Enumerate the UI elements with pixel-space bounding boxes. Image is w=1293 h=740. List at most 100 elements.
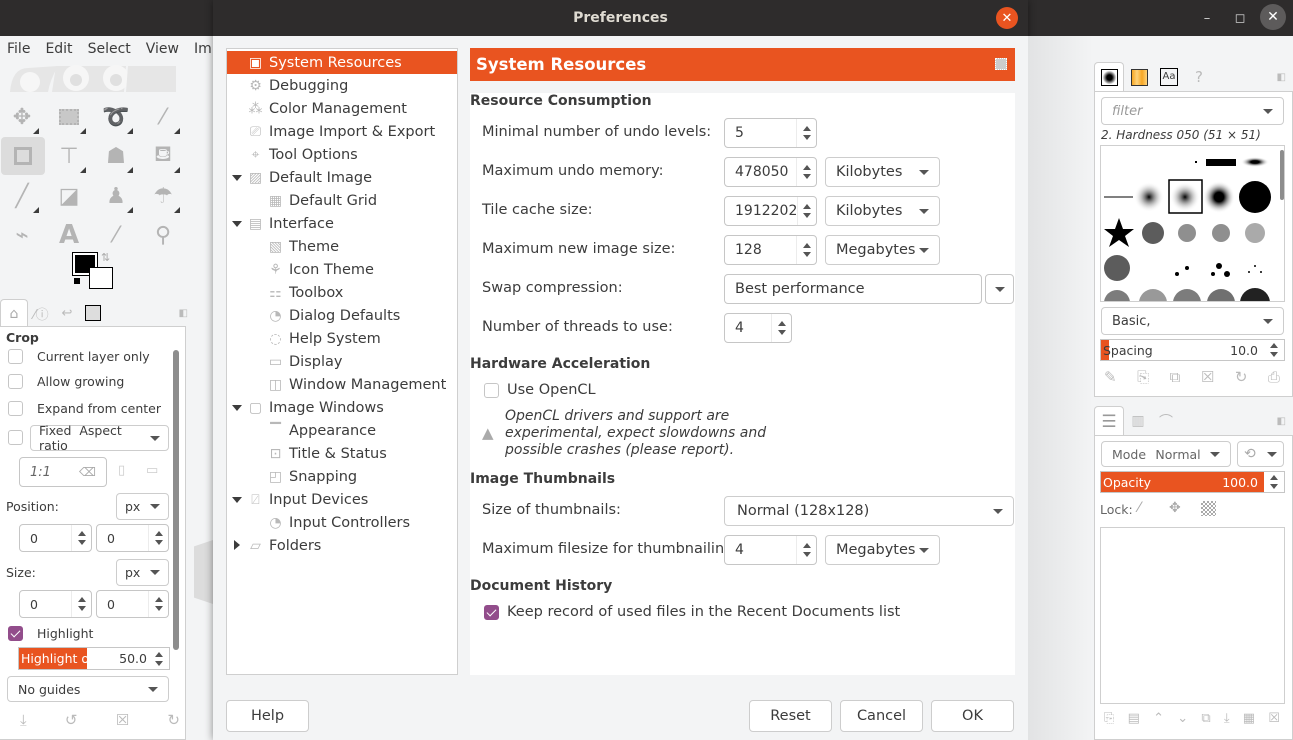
guides-select[interactable]: No guides — [7, 676, 169, 702]
landscape-icon[interactable]: ▭ — [146, 463, 158, 478]
spacing-spinner[interactable] — [1264, 340, 1284, 360]
cancel-button[interactable]: Cancel — [840, 700, 923, 732]
max-image-size-input[interactable]: 128 — [724, 235, 817, 265]
delete-brush-icon[interactable]: ☒ — [1201, 368, 1214, 386]
undo-history-tab[interactable]: ↩ — [54, 306, 80, 321]
tab-menu-button[interactable]: ◧ — [179, 308, 188, 319]
brushes-tab[interactable] — [1094, 62, 1124, 92]
nav-item-default-grid[interactable]: ▦ Default Grid — [227, 189, 457, 212]
size-unit-select[interactable]: px — [116, 559, 169, 586]
expand-from-center-option[interactable]: Expand from center — [8, 401, 161, 416]
fixed-checkbox[interactable] — [8, 430, 23, 445]
brush-grid[interactable] — [1100, 145, 1285, 302]
delete-layer-icon[interactable]: ☒ — [1268, 711, 1280, 726]
maximize-button[interactable]: ◻ — [1230, 8, 1250, 28]
help-button[interactable]: Help — [226, 700, 309, 732]
expander-expanded-icon[interactable] — [232, 497, 242, 503]
size-width-spinner[interactable] — [71, 591, 91, 617]
delete-options-icon[interactable]: ☒ — [116, 711, 129, 729]
lock-alpha-icon[interactable] — [1201, 501, 1216, 516]
free-select-tool[interactable]: ➰ — [97, 98, 135, 136]
clear-icon[interactable]: ⌫ — [79, 465, 96, 479]
thumbnail-size-select[interactable]: Normal (128x128) — [724, 496, 1014, 526]
current-layer-only-option[interactable]: Current layer only — [8, 349, 150, 364]
save-options-icon[interactable]: ⤓ — [20, 711, 27, 729]
eraser-tool[interactable]: ◪ — [50, 177, 88, 215]
nav-item-window-management[interactable]: ◫ Window Management — [227, 373, 457, 396]
text-tool[interactable]: A — [50, 216, 88, 254]
swap-colors-icon[interactable]: ⇅ — [101, 251, 110, 264]
lower-layer-icon[interactable]: ⌄ — [1177, 711, 1188, 726]
undo-memory-spinner[interactable] — [796, 158, 816, 186]
duplicate-brush-icon[interactable]: ⧉ — [1170, 368, 1181, 386]
nav-item-color-management[interactable]: ⁂ Color Management — [227, 97, 457, 120]
tile-cache-input[interactable]: 1912202 — [724, 196, 817, 226]
menu-edit[interactable]: Edit — [38, 41, 80, 57]
highlight-opacity-spinner[interactable] — [149, 648, 169, 669]
opacity-spinner[interactable] — [1264, 472, 1284, 492]
highlight-opacity-slider[interactable]: Highlight opa… 50.0 — [18, 647, 170, 670]
nav-item-input-controllers[interactable]: ◔ Input Controllers — [227, 511, 457, 534]
expander-expanded-icon[interactable] — [232, 175, 242, 181]
minimize-button[interactable]: – — [1197, 8, 1217, 28]
layers-tab-menu-button[interactable]: ◧ — [1277, 416, 1286, 427]
reset-button[interactable]: Reset — [749, 700, 832, 732]
recent-documents-checkbox[interactable] — [484, 604, 499, 620]
size-height-input[interactable]: 0 — [96, 590, 169, 618]
tile-cache-unit-select[interactable]: Kilobytes — [825, 196, 940, 226]
undo-memory-input[interactable]: 478050 — [724, 157, 817, 187]
fuzzy-select-tool[interactable]: ⁄ — [144, 98, 182, 136]
layers-tab[interactable]: ☰ — [1094, 406, 1124, 436]
position-x-spinner[interactable] — [71, 525, 91, 551]
threads-spinner[interactable] — [771, 314, 791, 342]
max-image-size-spinner[interactable] — [796, 236, 816, 264]
swap-compression-input[interactable]: Best performance — [724, 274, 982, 304]
clone-tool[interactable]: ♟ — [97, 177, 135, 215]
nav-item-dialog-defaults[interactable]: ◔ Dialog Defaults — [227, 304, 457, 327]
lock-position-icon[interactable]: ✥ — [1169, 500, 1181, 516]
new-layer-group-icon[interactable]: ▤ — [1128, 711, 1140, 726]
fonts-tab[interactable]: Aa — [1154, 68, 1184, 86]
window-close-button[interactable]: ✕ — [1260, 4, 1286, 30]
nav-item-snapping[interactable]: ◰ Snapping — [227, 465, 457, 488]
mask-layer-icon[interactable]: ▦ — [1243, 711, 1255, 726]
nav-item-image-windows[interactable]: ▢ Image Windows — [227, 396, 457, 419]
use-opencl-checkbox[interactable] — [484, 382, 499, 398]
ok-button[interactable]: OK — [931, 700, 1014, 732]
position-y-spinner[interactable] — [148, 525, 168, 551]
use-opencl-option[interactable]: Use OpenCL — [484, 382, 596, 398]
tool-options-tab[interactable]: ⌂ — [0, 299, 28, 327]
menu-select[interactable]: Select — [81, 41, 139, 57]
paths-tool[interactable]: ⌁ — [3, 216, 41, 254]
brush-tag-select[interactable]: Basic, — [1101, 307, 1284, 335]
nav-item-title-status[interactable]: ⊡ Title & Status — [227, 442, 457, 465]
nav-item-image-import-export[interactable]: ⎚ Image Import & Export — [227, 120, 457, 143]
nav-item-system-resources[interactable]: ▣ System Resources — [227, 51, 457, 74]
images-tab[interactable] — [80, 305, 106, 321]
thumbnail-filesize-input[interactable]: 4 — [724, 535, 817, 565]
allow-growing-option[interactable]: Allow growing — [8, 374, 124, 389]
device-status-tab[interactable]: ⁄ⓘ — [28, 304, 54, 323]
open-brush-icon[interactable]: ⎙ — [1268, 368, 1280, 386]
unified-transform-tool[interactable]: ⊤ — [50, 137, 88, 175]
size-width-input[interactable]: 0 — [19, 590, 92, 618]
brush-filter-input[interactable]: filter — [1101, 97, 1284, 125]
raise-layer-icon[interactable]: ⌃ — [1153, 711, 1164, 726]
refresh-brushes-icon[interactable]: ↻ — [1235, 368, 1248, 386]
nav-item-interface[interactable]: ▤ Interface — [227, 212, 457, 235]
thumbnail-filesize-unit-select[interactable]: Megabytes — [825, 535, 940, 565]
undo-levels-input[interactable]: 5 — [724, 118, 817, 148]
new-layer-icon[interactable]: ⎘ — [1104, 711, 1114, 726]
expander-collapsed-icon[interactable] — [234, 540, 240, 550]
ratio-input[interactable]: 1:1 ⌫ — [19, 457, 107, 487]
tool-options-scrollbar[interactable] — [173, 350, 179, 650]
menu-view[interactable]: View — [139, 41, 187, 57]
nav-item-appearance[interactable]: ▔ Appearance — [227, 419, 457, 442]
patterns-tab[interactable] — [1124, 68, 1154, 86]
nav-item-default-image[interactable]: ▨ Default Image — [227, 166, 457, 189]
current-layer-only-checkbox[interactable] — [8, 349, 23, 364]
menu-file[interactable]: File — [0, 41, 38, 57]
smudge-tool[interactable]: ☂ — [144, 177, 182, 215]
nav-item-input-devices[interactable]: ⍁ Input Devices — [227, 488, 457, 511]
paths-tab[interactable]: ⌒ — [1152, 411, 1180, 431]
